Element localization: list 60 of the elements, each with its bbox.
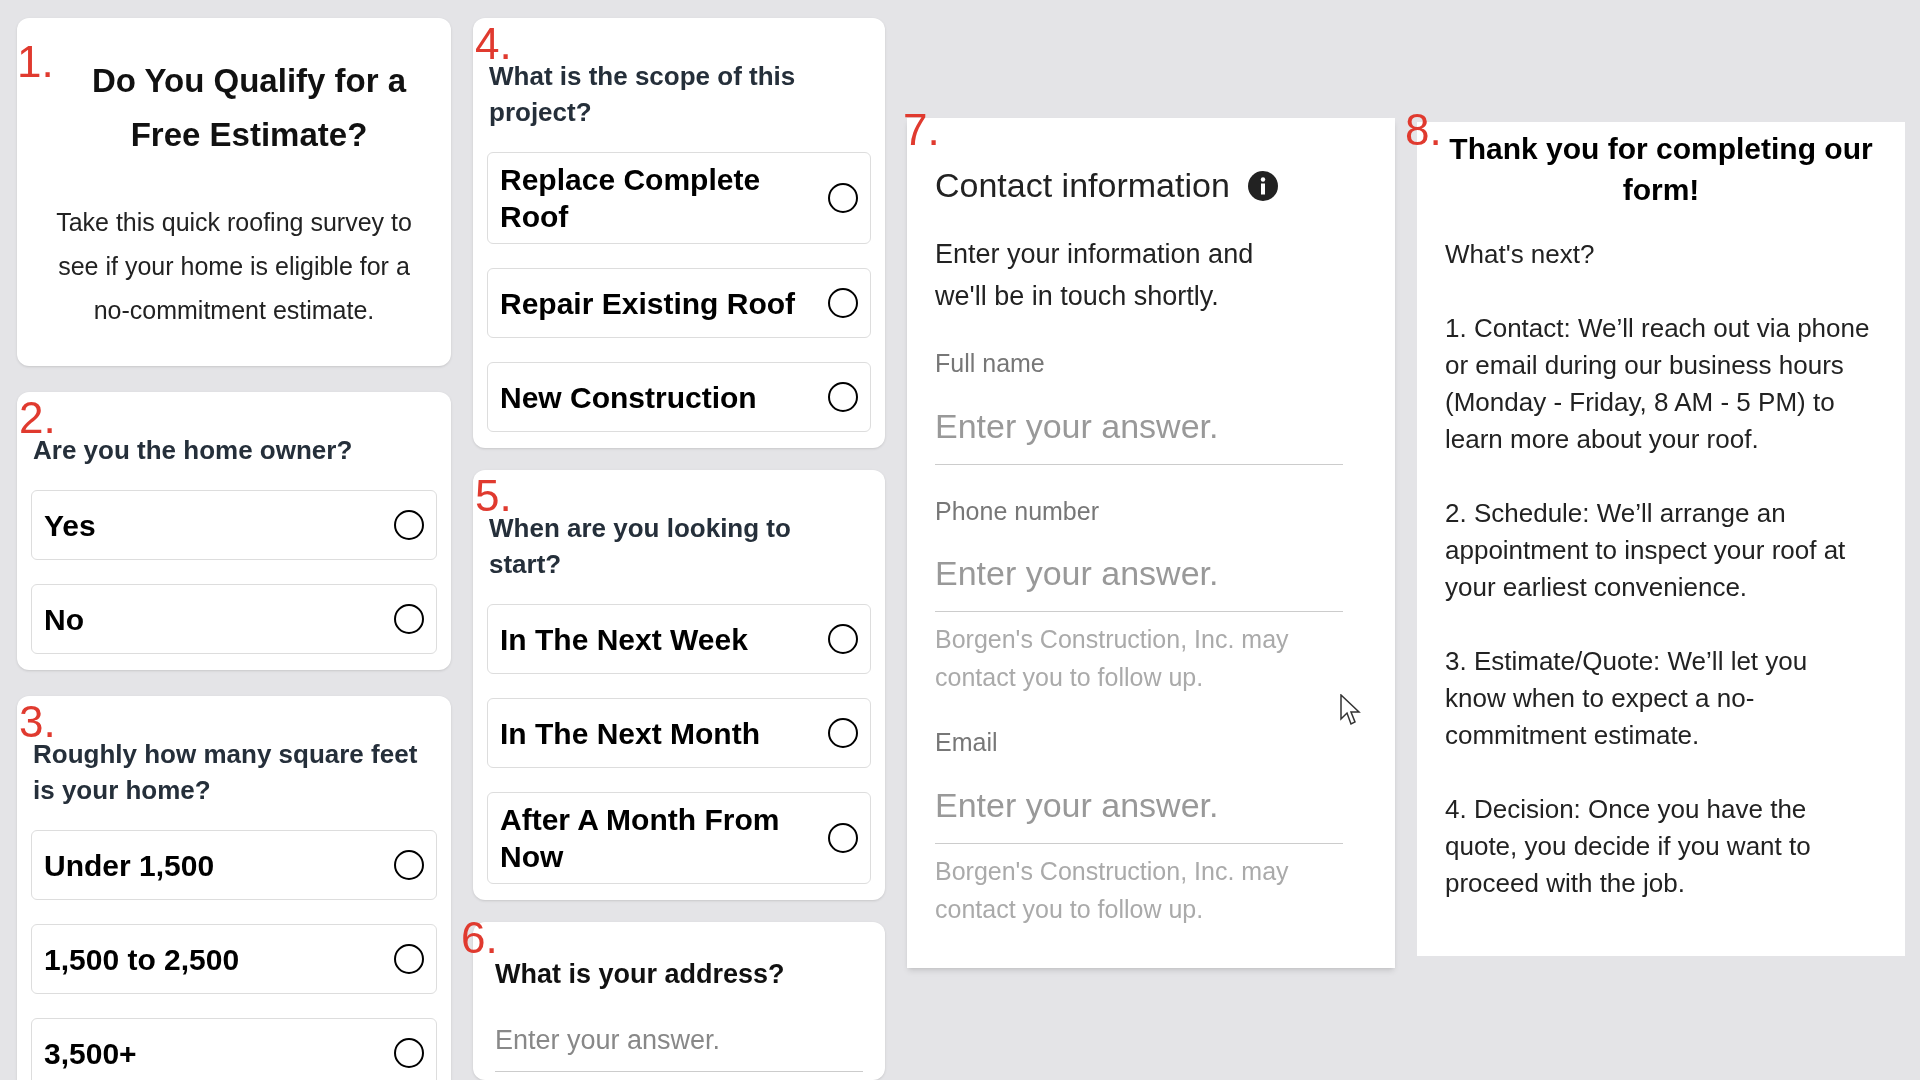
radio-button[interactable] — [828, 718, 858, 748]
address-input[interactable]: Enter your answer. — [495, 1020, 863, 1061]
option-label: After A Month From Now — [500, 802, 781, 875]
radio-button[interactable] — [828, 382, 858, 412]
answer-field[interactable]: Enter your answer. — [935, 400, 1343, 465]
cursor-icon — [1340, 694, 1362, 726]
option-label: 3,500+ — [44, 1035, 138, 1072]
step-number: 1. — [17, 40, 54, 84]
next-step-text: 2. Schedule: We’ll arrange an appointment to inspect your roof at your earliest convenience. — [1445, 497, 1847, 604]
radio-button[interactable] — [828, 288, 858, 318]
next-step-text: 3. Estimate/Quote: We’ll let you know when to expect a no-commitment estimate. — [1445, 645, 1809, 752]
option-label: In The Next Week — [500, 621, 749, 658]
question-text: What is your address? — [495, 958, 786, 991]
thank-you-title: Thank you for completing our form! — [1448, 131, 1874, 208]
form-title: Do You Qualify for a Free Estimate? — [90, 61, 408, 155]
answer-option[interactable]: In The Next Month — [487, 698, 871, 768]
radio-button[interactable] — [394, 944, 424, 974]
info-icon[interactable] — [1247, 170, 1278, 201]
option-label: No — [44, 601, 85, 638]
radio-button[interactable] — [394, 510, 424, 540]
answer-option[interactable]: Under 1,500 — [31, 830, 437, 900]
radio-button[interactable] — [828, 624, 858, 654]
answer-option[interactable]: In The Next Week — [487, 604, 871, 674]
contact-title: Contact information — [935, 165, 1230, 206]
field-note: Borgen's Construction, Inc. may contact you to follow up. — [935, 855, 1290, 925]
next-step-text: 1. Contact: We’ll reach out via phone or email during our business hours (Monday - Friday, 8 AM - 5 PM) to learn more about your roof. — [1445, 312, 1871, 456]
next-step-text: What's next? — [1445, 238, 1596, 271]
radio-button[interactable] — [394, 850, 424, 880]
answer-option[interactable]: 3,500+ — [31, 1018, 437, 1080]
step-number: 7. — [903, 108, 940, 152]
option-label: Replace Complete Roof — [500, 162, 762, 235]
option-label: Repair Existing Roof — [500, 285, 797, 322]
field-note: Borgen's Construction, Inc. may contact you to follow up. — [935, 624, 1290, 693]
step-number: 8. — [1405, 108, 1442, 152]
field-label: Email — [935, 727, 999, 758]
radio-button[interactable] — [828, 183, 858, 213]
step-number: 6. — [461, 916, 498, 960]
answer-option[interactable]: Yes — [31, 490, 437, 560]
answer-field[interactable]: Enter your answer. — [935, 779, 1343, 844]
option-label: New Construction — [500, 379, 758, 416]
option-label: In The Next Month — [500, 715, 761, 752]
answer-option[interactable]: After A Month From Now — [487, 792, 871, 884]
option-label: 1,500 to 2,500 — [44, 941, 241, 978]
answer-option[interactable]: No — [31, 584, 437, 654]
radio-button[interactable] — [394, 1038, 424, 1068]
answer-option[interactable]: New Construction — [487, 362, 871, 432]
intro-text: Take this quick roofing survey to see if your home is eligible for a no-commitment estimate. — [55, 207, 413, 326]
contact-text: Enter your information and we'll be in touch shortly. — [935, 238, 1255, 313]
answer-option[interactable]: Repair Existing Roof — [487, 268, 871, 338]
option-label: Under 1,500 — [44, 847, 216, 884]
answer-option[interactable]: 1,500 to 2,500 — [31, 924, 437, 994]
answer-field[interactable]: Enter your answer. — [935, 548, 1343, 612]
next-step-text: 4. Decision: Once you have the quote, you decide if you want to proceed with the job. — [1445, 793, 1812, 900]
option-label: Yes — [44, 507, 97, 544]
radio-button[interactable] — [394, 604, 424, 634]
address-field[interactable]: Enter your answer. — [495, 1020, 863, 1072]
answer-option[interactable]: Replace Complete Roof — [487, 152, 871, 244]
radio-button[interactable] — [828, 823, 858, 853]
field-label: Full name — [935, 348, 1046, 379]
field-label: Phone number — [935, 495, 1100, 527]
